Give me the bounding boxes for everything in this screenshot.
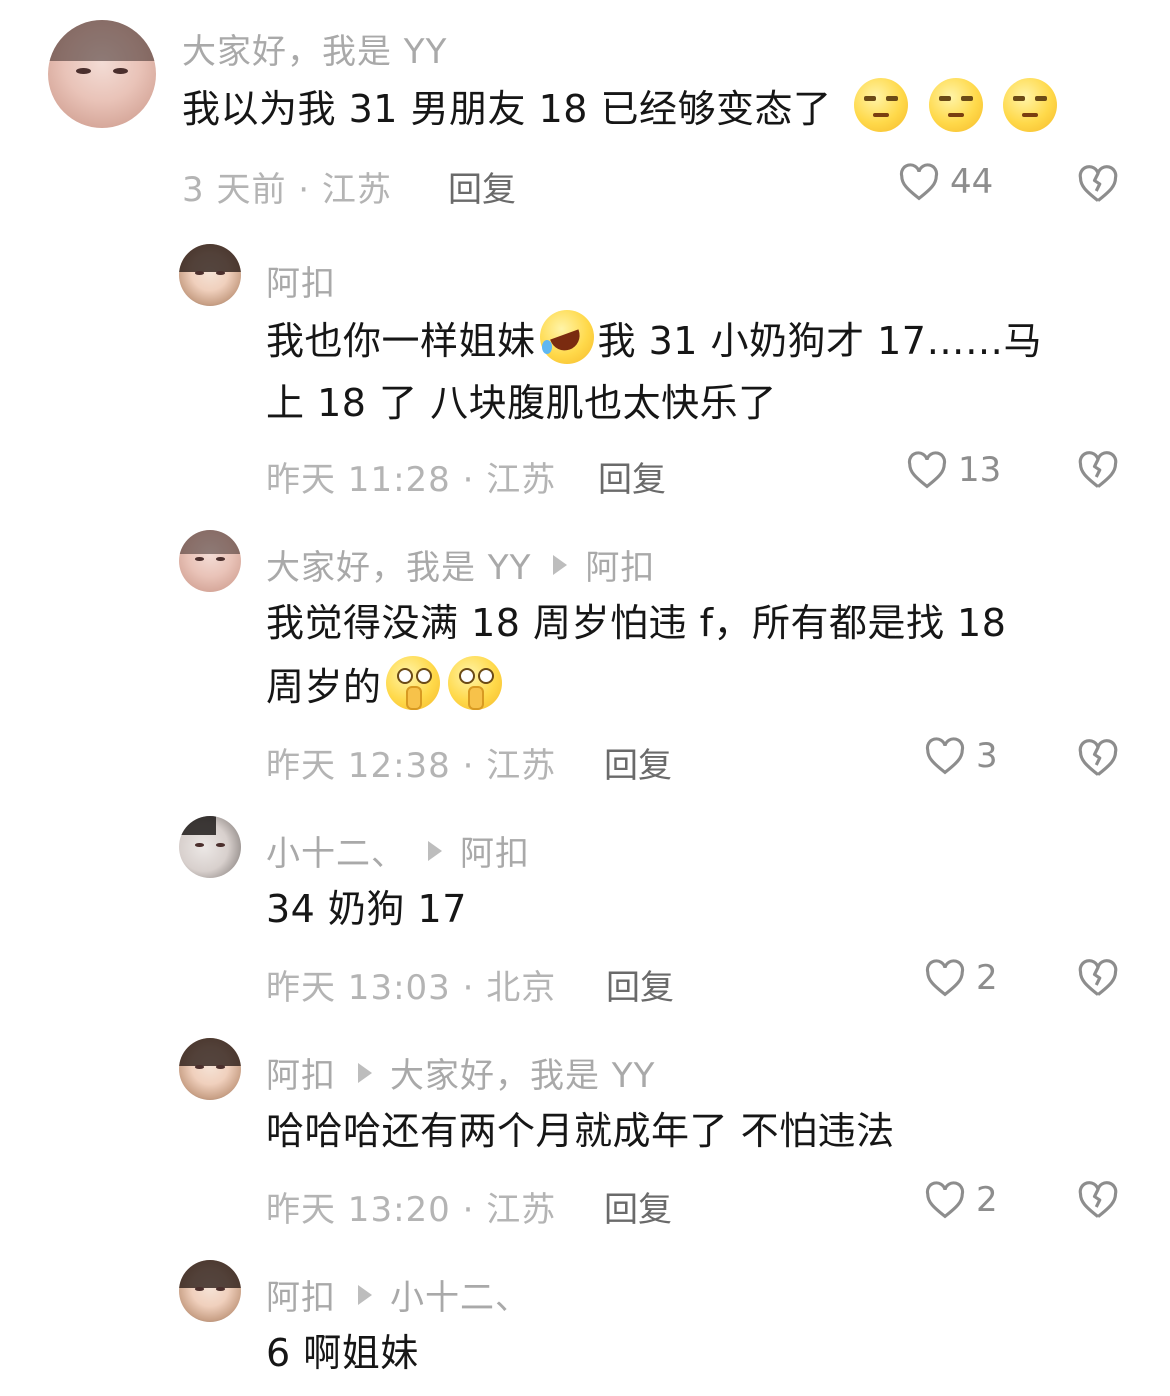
comment-item: 大家好，我是 YY 我以为我 31 男朋友 18 已经够变态了 3 天前 · 江…: [0, 0, 1170, 230]
comment-text-content: 我也你一样姐妹: [266, 319, 536, 363]
comment-text: 我觉得没满 18 周岁怕违 f，所有都是找 18: [266, 601, 1007, 645]
commenter-name-text: 大家好，我是 YY: [266, 548, 532, 588]
like-button[interactable]: 44: [898, 162, 993, 202]
commenter-name-text: 阿扣: [266, 1278, 336, 1318]
comment-text: 6 啊姐妹: [266, 1331, 419, 1375]
unamused-face-icon: [854, 78, 909, 132]
reply-button[interactable]: 回复: [448, 162, 516, 211]
commenter-name-text: 大家好，我是 YY: [182, 32, 448, 72]
heart-icon: [907, 451, 947, 489]
comment-meta: 昨天 11:28 · 江苏: [266, 460, 557, 500]
shushing-face-icon: [447, 656, 502, 710]
comment-text: 34 奶狗 17: [266, 887, 467, 931]
comment-text-line2: 周岁的: [266, 656, 506, 718]
comment-meta: 昨天 13:20 · 江苏: [266, 1190, 557, 1230]
rolling-on-floor-laughing-icon: [539, 310, 594, 364]
reply-to-name[interactable]: 大家好，我是 YY: [390, 1048, 655, 1097]
reply-item: 小十二、 阿扣 34 奶狗 17 昨天 13:03 · 北京 回复 2: [0, 812, 1170, 1022]
comment-text-content: 周岁的: [266, 665, 382, 709]
like-count: 44: [950, 162, 994, 202]
comment-meta: 昨天 13:03 · 北京: [266, 968, 557, 1008]
commenter-name-text: 阿扣: [266, 264, 336, 304]
shushing-face-icon: [385, 656, 440, 710]
reply-button[interactable]: 回复: [598, 452, 666, 501]
avatar[interactable]: [48, 20, 156, 128]
like-button[interactable]: 2: [924, 958, 998, 998]
broken-heart-icon[interactable]: [1077, 958, 1119, 998]
comment-meta: 昨天 12:38 · 江苏: [266, 746, 557, 786]
avatar[interactable]: [179, 816, 241, 878]
broken-heart-icon[interactable]: [1077, 164, 1119, 204]
reply-button[interactable]: 回复: [604, 738, 672, 787]
heart-icon: [925, 737, 965, 775]
reply-arrow-icon: [358, 1284, 372, 1305]
reply-to-name[interactable]: 阿扣: [585, 540, 655, 589]
avatar[interactable]: [179, 1038, 241, 1100]
reply-item: 阿扣 小十二、 6 啊姐妹: [0, 1256, 1170, 1396]
broken-heart-icon[interactable]: [1077, 738, 1119, 778]
commenter-name[interactable]: 小十二、 阿扣: [266, 826, 530, 875]
reply-arrow-icon: [428, 840, 442, 861]
comment-text: 我以为我 31 男朋友 18 已经够变态了: [182, 78, 1061, 140]
commenter-name-text: 小十二、: [266, 834, 406, 874]
reply-to-name[interactable]: 阿扣: [460, 826, 530, 875]
reply-arrow-icon: [358, 1062, 372, 1083]
reply-arrow-icon: [553, 554, 568, 575]
like-count: 2: [976, 1180, 998, 1220]
reply-item: 阿扣 我也你一样姐妹 我 31 小奶狗才 17……马 上 18 了 八块腹肌也太快…: [0, 240, 1170, 520]
comment-text-content: 我 31 小奶狗才 17……马: [597, 319, 1042, 363]
commenter-name[interactable]: 阿扣 小十二、: [266, 1270, 530, 1319]
commenter-name[interactable]: 大家好，我是 YY 阿扣: [266, 540, 655, 589]
commenter-name-text: 阿扣: [266, 1056, 336, 1096]
unamused-face-icon: [1003, 78, 1058, 132]
comment-text-content: 我以为我 31 男朋友 18 已经够变态了: [182, 87, 832, 131]
reply-item: 阿扣 大家好，我是 YY 哈哈哈还有两个月就成年了 不怕违法 昨天 13:20 …: [0, 1034, 1170, 1244]
reply-button[interactable]: 回复: [604, 1182, 672, 1231]
commenter-name[interactable]: 阿扣 大家好，我是 YY: [266, 1048, 655, 1097]
comment-text: 哈哈哈还有两个月就成年了 不怕违法: [266, 1109, 895, 1153]
comment-text-line2: 上 18 了 八块腹肌也太快乐了: [266, 381, 777, 425]
reply-to-name[interactable]: 小十二、: [390, 1270, 530, 1319]
unamused-face-icon: [928, 78, 983, 132]
like-button[interactable]: 13: [906, 450, 1001, 490]
comment-text: 我也你一样姐妹 我 31 小奶狗才 17……马: [266, 310, 1042, 372]
like-button[interactable]: 2: [924, 1180, 998, 1220]
broken-heart-icon[interactable]: [1077, 450, 1119, 490]
heart-icon: [899, 163, 939, 201]
broken-heart-icon[interactable]: [1077, 1180, 1119, 1220]
avatar[interactable]: [179, 530, 241, 592]
comment-meta: 3 天前 · 江苏: [182, 170, 392, 210]
heart-icon: [925, 959, 965, 997]
commenter-name[interactable]: 大家好，我是 YY: [182, 24, 447, 73]
heart-icon: [925, 1181, 965, 1219]
like-count: 2: [976, 958, 998, 998]
like-button[interactable]: 3: [924, 736, 998, 776]
avatar[interactable]: [179, 1260, 241, 1322]
reply-item: 大家好，我是 YY 阿扣 我觉得没满 18 周岁怕违 f，所有都是找 18 周岁…: [0, 526, 1170, 806]
commenter-name[interactable]: 阿扣: [266, 256, 336, 305]
like-count: 3: [976, 736, 998, 776]
like-count: 13: [958, 450, 1002, 490]
reply-button[interactable]: 回复: [606, 960, 674, 1009]
avatar[interactable]: [179, 244, 241, 306]
